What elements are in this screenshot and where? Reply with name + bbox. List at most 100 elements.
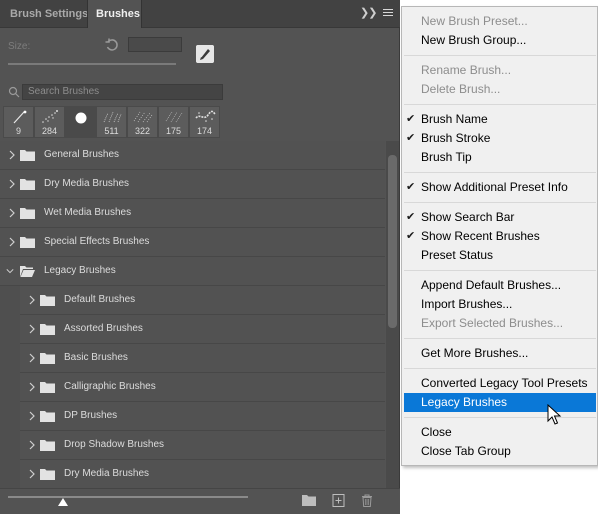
brush-group-label: Legacy Brushes: [44, 265, 116, 276]
menu-item-new-brush-preset[interactable]: New Brush Preset...: [404, 12, 596, 31]
folder-icon: [40, 411, 55, 422]
brush-group-label: Assorted Brushes: [64, 323, 143, 334]
menu-item-label: Show Additional Preset Info: [421, 180, 568, 194]
folder-icon: [20, 208, 35, 219]
panel-tab-bar: Brush Settings Brushes ❯❯: [0, 0, 400, 28]
menu-item-delete-brush[interactable]: Delete Brush...: [404, 80, 596, 99]
recent-brush[interactable]: 175: [158, 106, 189, 138]
new-group-folder-icon[interactable]: [302, 494, 316, 507]
reset-icon[interactable]: [104, 37, 120, 53]
brush-size-number: 284: [41, 126, 58, 136]
size-field[interactable]: [128, 37, 182, 52]
tab-brush-settings[interactable]: Brush Settings: [2, 0, 96, 28]
chevron-down-icon[interactable]: [6, 266, 14, 276]
folder-icon: [40, 382, 55, 393]
menu-separator: [404, 368, 596, 369]
recent-brush[interactable]: 174: [189, 106, 220, 138]
brush-subgroup-row[interactable]: Dry Media Brushes: [20, 460, 385, 488]
brush-subgroup-row[interactable]: Assorted Brushes: [20, 315, 385, 344]
size-slider[interactable]: [8, 63, 176, 65]
round-brush-tip-thumbnail: [75, 112, 87, 124]
new-brush-icon[interactable]: [332, 494, 346, 507]
brush-group-label: Drop Shadow Brushes: [64, 439, 165, 450]
search-input[interactable]: Search Brushes: [22, 84, 223, 100]
menu-item-label: Append Default Brushes...: [421, 278, 562, 292]
tab-brushes[interactable]: Brushes: [87, 0, 142, 28]
brushes-panel: Brush Settings Brushes ❯❯ Size: Search B…: [0, 0, 400, 514]
menu-separator: [404, 104, 596, 105]
menu-item-label: Close: [421, 425, 452, 439]
menu-item-label: Brush Name: [421, 112, 488, 126]
chevron-right-icon[interactable]: [28, 411, 36, 421]
menu-item-get-more-brushes[interactable]: Get More Brushes...: [404, 344, 596, 363]
chevron-right-icon[interactable]: [28, 324, 36, 334]
menu-item-label: New Brush Preset...: [421, 14, 528, 28]
hamburger-menu-icon[interactable]: [381, 6, 395, 20]
chevron-right-icon[interactable]: [8, 150, 16, 160]
brush-subgroup-row[interactable]: Default Brushes: [20, 286, 385, 315]
slider-handle[interactable]: [58, 498, 68, 506]
menu-item-close[interactable]: Close: [404, 423, 596, 442]
folder-icon: [40, 324, 55, 335]
brush-subgroup-row[interactable]: DP Brushes: [20, 402, 385, 431]
menu-separator: [404, 55, 596, 56]
menu-item-preset-status[interactable]: Preset Status: [404, 246, 596, 265]
chevron-right-icon[interactable]: [8, 237, 16, 247]
chevron-right-icon[interactable]: [28, 469, 36, 479]
menu-item-brush-tip[interactable]: Brush Tip: [404, 148, 596, 167]
menu-item-close-tab-group[interactable]: Close Tab Group: [404, 442, 596, 461]
brush-stroke-thumbnail: [165, 111, 183, 123]
mouse-pointer-icon: [547, 404, 562, 425]
brush-subgroup-row[interactable]: Drop Shadow Brushes: [20, 431, 385, 460]
chevron-right-icon[interactable]: [28, 382, 36, 392]
vertical-scrollbar-thumb[interactable]: [388, 155, 397, 328]
menu-item-append-default-brushes[interactable]: Append Default Brushes...: [404, 276, 596, 295]
brush-group-label: General Brushes: [44, 149, 120, 160]
menu-separator: [404, 417, 596, 418]
menu-item-brush-name[interactable]: ✔ Brush Name: [404, 110, 596, 129]
menu-item-import-brushes[interactable]: Import Brushes...: [404, 295, 596, 314]
brush-group-row[interactable]: General Brushes: [0, 141, 385, 170]
menu-item-converted-legacy-tool-presets[interactable]: Converted Legacy Tool Presets: [404, 374, 596, 393]
recent-brush[interactable]: [65, 106, 96, 138]
brush-group-row[interactable]: Special Effects Brushes: [0, 228, 385, 257]
menu-separator: [404, 202, 596, 203]
menu-item-legacy-brushes[interactable]: Legacy Brushes: [404, 393, 596, 412]
double-chevron-right-icon[interactable]: ❯❯: [360, 6, 377, 19]
menu-item-new-brush-group[interactable]: New Brush Group...: [404, 31, 596, 50]
menu-item-label: Export Selected Brushes...: [421, 316, 564, 330]
trash-icon[interactable]: [360, 494, 374, 507]
brush-stroke-thumbnail: [195, 110, 216, 122]
menu-item-label: Brush Tip: [421, 150, 472, 164]
panel-flyout-menu: New Brush Preset... New Brush Group... R…: [401, 6, 598, 466]
chevron-right-icon[interactable]: [8, 208, 16, 218]
folder-icon: [20, 237, 35, 248]
brush-edit-icon[interactable]: [196, 45, 214, 63]
brush-group-row[interactable]: Legacy Brushes: [0, 257, 385, 286]
brush-subgroup-row[interactable]: Calligraphic Brushes: [20, 373, 385, 402]
checkmark-icon: ✔: [406, 113, 416, 125]
menu-item-rename-brush[interactable]: Rename Brush...: [404, 61, 596, 80]
menu-item-show-recent-brushes[interactable]: ✔ Show Recent Brushes: [404, 227, 596, 246]
brush-group-row[interactable]: Wet Media Brushes: [0, 199, 385, 228]
thumbnail-size-slider[interactable]: [8, 496, 248, 498]
menu-item-show-search-bar[interactable]: ✔ Show Search Bar: [404, 208, 596, 227]
menu-item-brush-stroke[interactable]: ✔ Brush Stroke: [404, 129, 596, 148]
chevron-right-icon[interactable]: [28, 295, 36, 305]
folder-icon: [40, 295, 55, 306]
menu-item-show-additional-preset-info[interactable]: ✔ Show Additional Preset Info: [404, 178, 596, 197]
brush-subgroup-row[interactable]: Basic Brushes: [20, 344, 385, 373]
recent-brush[interactable]: 9: [3, 106, 34, 138]
brush-size-number: 9: [15, 126, 21, 136]
chevron-right-icon[interactable]: [28, 440, 36, 450]
brush-stroke-thumbnail: [103, 111, 122, 123]
recent-brush[interactable]: 511: [96, 106, 127, 138]
chevron-right-icon[interactable]: [8, 179, 16, 189]
menu-item-label: Preset Status: [421, 248, 494, 262]
checkmark-icon: ✔: [406, 132, 416, 144]
brush-group-row[interactable]: Dry Media Brushes: [0, 170, 385, 199]
recent-brush[interactable]: 322: [127, 106, 158, 138]
chevron-right-icon[interactable]: [28, 353, 36, 363]
recent-brush[interactable]: 284: [34, 106, 65, 138]
menu-item-export-selected-brushes[interactable]: Export Selected Brushes...: [404, 314, 596, 333]
